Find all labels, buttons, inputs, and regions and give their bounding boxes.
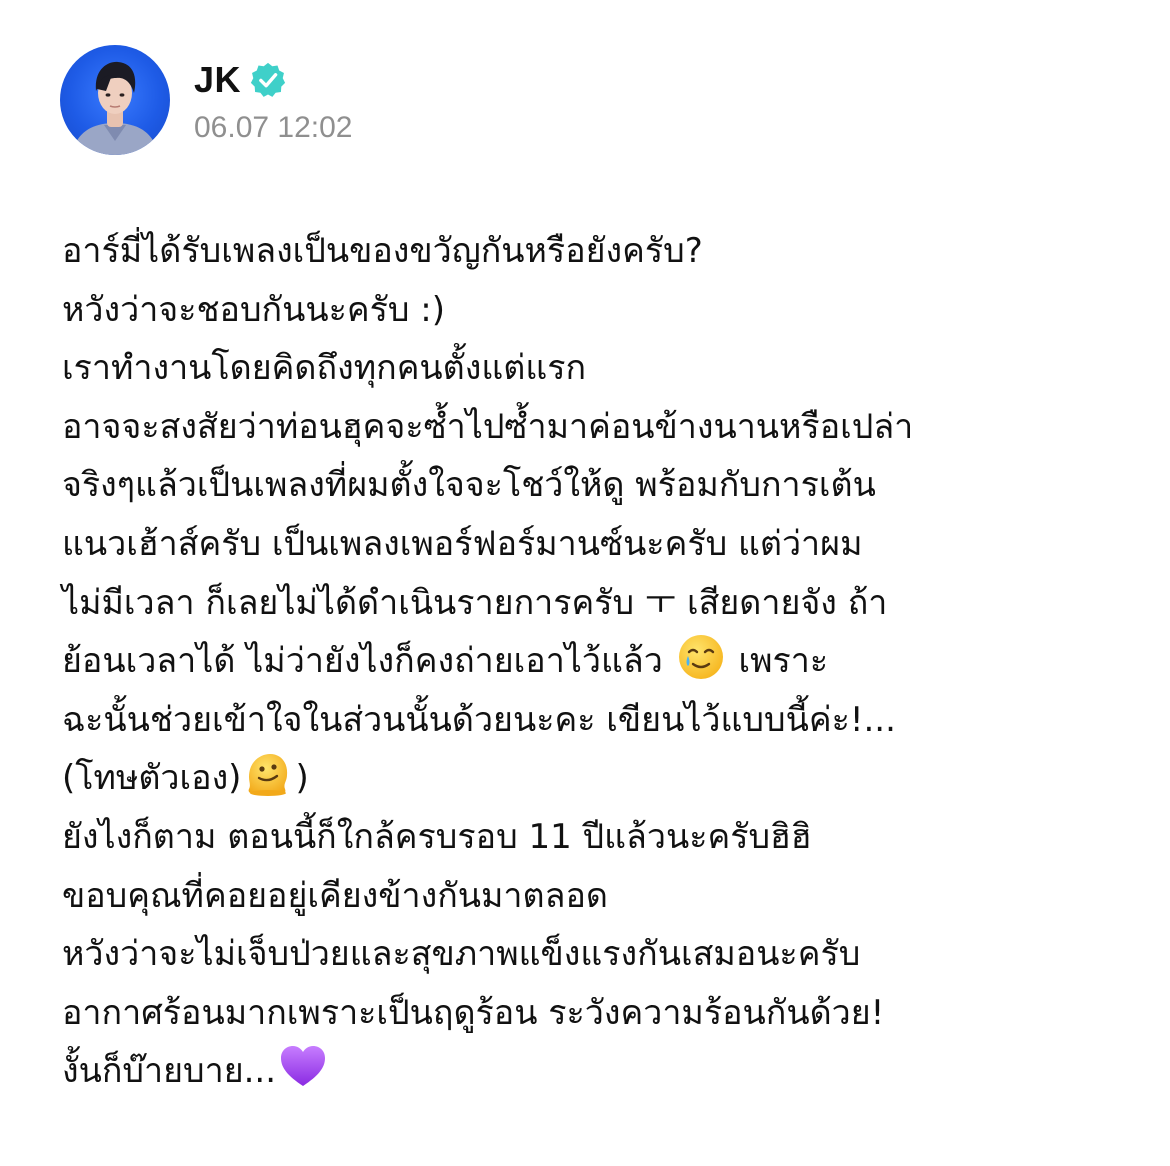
- post-line: ฉะนั้นช่วยเข้าใจในส่วนนั้นด้วยนะคะ เขียน…: [62, 699, 896, 740]
- purple-heart-icon: [281, 1046, 326, 1087]
- post-line: อาจจะสงสัยว่าท่อนฮุคจะซ้ำไปซ้ำมาค่อนข้าง…: [62, 406, 914, 447]
- post-line: จริงๆแล้วเป็นเพลงที่ผมตั้งใจจะโชว์ให้ดู …: [62, 465, 876, 506]
- post-line: แนวเฮ้าส์ครับ เป็นเพลงเพอร์ฟอร์มานซ์นะคร…: [62, 523, 863, 564]
- post-line-with-emoji: (โทษตัวเอง) ): [62, 749, 1152, 808]
- author-name[interactable]: JK: [194, 59, 241, 101]
- post-line: เราทำงานโดยคิดถึงทุกคนตั้งแต่แรก: [62, 348, 587, 389]
- post-meta: JK 06.07 12:02: [194, 55, 352, 145]
- post-line-text: งั้นก็บ๊ายบาย...: [62, 1051, 277, 1092]
- post-body: อาร์มี่ได้รับเพลงเป็นของขวัญกันหรือยังคร…: [62, 222, 1152, 1101]
- post-line: หวังว่าจะชอบกันนะครับ :): [62, 289, 445, 330]
- verified-badge-icon: [250, 62, 286, 97]
- post-line: หวังว่าจะไม่เจ็บป่วยและสุขภาพแข็งแรงกันเ…: [62, 934, 861, 975]
- post-line: ขอบคุณที่คอยอยู่เคียงข้างกันมาตลอด: [62, 875, 608, 916]
- post-header: JK 06.07 12:02: [60, 45, 352, 155]
- post-line-with-emoji: งั้นก็บ๊ายบาย...: [62, 1042, 1152, 1101]
- post-timestamp: 06.07 12:02: [194, 111, 353, 144]
- post-line-text: (โทษตัวเอง): [62, 758, 242, 799]
- post-line: อากาศร้อนมากเพราะเป็นฤดูร้อน ระวังความร้…: [62, 992, 885, 1033]
- post-line-text: เพราะ: [738, 641, 829, 682]
- smiling-face-with-tear-icon: [678, 635, 723, 680]
- author-row: JK: [194, 55, 352, 105]
- post-line: ยังไงก็ตาม ตอนนี้ก็ใกล้ครบรอบ 11 ปีแล้วน…: [62, 816, 812, 857]
- avatar[interactable]: [60, 45, 170, 155]
- post-line-text: ย้อนเวลาได้ ไม่ว่ายังไงก็คงถ่ายเอาไว้แล้…: [62, 641, 663, 682]
- post-line: ไม่มีเวลา ก็เลยไม่ได้ดำเนินรายการครับ ㅜ …: [62, 582, 888, 623]
- post-line: อาร์มี่ได้รับเพลงเป็นของขวัญกันหรือยังคร…: [62, 231, 703, 271]
- post-line-text: ): [295, 758, 309, 799]
- post-line-with-emoji: ย้อนเวลาได้ ไม่ว่ายังไงก็คงถ่ายเอาไว้แล้…: [62, 632, 1152, 691]
- avatar-portrait-icon: [72, 61, 158, 155]
- melting-face-icon: [249, 754, 288, 797]
